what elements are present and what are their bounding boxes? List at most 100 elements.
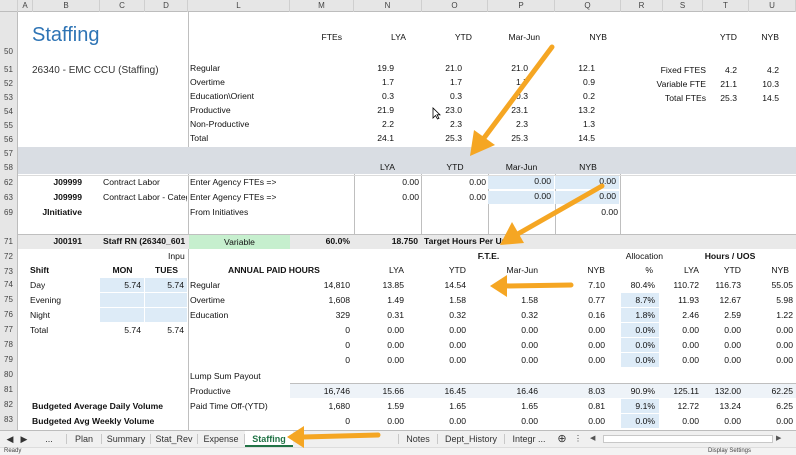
row-header[interactable]: 51 xyxy=(0,65,17,74)
col-header-s[interactable]: S xyxy=(663,0,703,12)
cell[interactable]: 0.00 xyxy=(663,340,699,350)
alloc-input[interactable]: 0.0% xyxy=(621,323,659,337)
cell[interactable]: 14.54 xyxy=(422,280,466,290)
cell[interactable]: 0.00 xyxy=(354,416,404,426)
pct-cell[interactable]: 60.0% xyxy=(290,236,350,246)
cell[interactable]: 0.00 xyxy=(555,416,605,426)
cell[interactable]: 0.81 xyxy=(555,401,605,411)
tab-summary[interactable]: Summary xyxy=(102,431,150,447)
cell[interactable]: 132.00 xyxy=(703,386,741,396)
cell[interactable]: 1.59 xyxy=(354,401,404,411)
cell[interactable]: 0.16 xyxy=(555,310,605,320)
cell[interactable]: 13.2 xyxy=(555,105,595,115)
row-header[interactable]: 77 xyxy=(0,325,17,334)
row-header[interactable]: 55 xyxy=(0,121,17,130)
tab-stat-rev[interactable]: Stat_Rev xyxy=(151,431,197,447)
cell[interactable]: 0.32 xyxy=(488,310,538,320)
variable-cell[interactable]: Variable xyxy=(189,235,290,249)
cell[interactable]: 1.65 xyxy=(422,401,466,411)
row-header[interactable]: 78 xyxy=(0,340,17,349)
cell[interactable]: 0.00 xyxy=(555,325,605,335)
col-header-r[interactable]: R xyxy=(621,0,663,12)
cell[interactable]: 10.3 xyxy=(749,79,779,89)
row-header[interactable]: 80 xyxy=(0,370,17,379)
alloc-input[interactable]: 9.1% xyxy=(621,399,659,413)
cell[interactable]: 0.77 xyxy=(555,295,605,305)
row-header[interactable]: 71 xyxy=(0,237,17,246)
cell[interactable]: 62.25 xyxy=(749,386,793,396)
cell[interactable]: 0.00 xyxy=(555,207,618,217)
cell[interactable]: 2.2 xyxy=(354,119,394,129)
tab-staffing[interactable]: Staffing xyxy=(245,431,293,447)
cell[interactable]: 0.00 xyxy=(663,325,699,335)
cell[interactable]: 13.85 xyxy=(354,280,404,290)
row-header[interactable]: 53 xyxy=(0,93,17,102)
horizontal-scrollbar[interactable] xyxy=(603,435,773,443)
target-cell[interactable]: 18.750 xyxy=(354,236,418,246)
cell[interactable]: 25.3 xyxy=(488,133,528,143)
col-header-m[interactable]: M xyxy=(290,0,354,12)
cell[interactable]: 0.00 xyxy=(488,355,538,365)
tab-hidden-behind-arrow[interactable] xyxy=(293,431,393,447)
cell[interactable]: 1.22 xyxy=(749,310,793,320)
tab-notes[interactable]: Notes xyxy=(399,431,437,447)
tab-plan[interactable]: Plan xyxy=(67,431,101,447)
col-header-n[interactable]: N xyxy=(354,0,422,12)
cell[interactable]: 55.05 xyxy=(749,280,793,290)
cell[interactable]: 1.3 xyxy=(555,119,595,129)
cell[interactable]: 0.00 xyxy=(749,340,793,350)
cell[interactable]: 15.66 xyxy=(354,386,404,396)
row-header[interactable]: 56 xyxy=(0,135,17,144)
cell[interactable]: 23.0 xyxy=(422,105,462,115)
cell[interactable]: 0.00 xyxy=(488,325,538,335)
cell[interactable]: 0.00 xyxy=(422,340,466,350)
tab-integr[interactable]: Integr ... xyxy=(505,431,553,447)
cell[interactable]: 25.3 xyxy=(703,93,737,103)
col-header-c[interactable]: C xyxy=(100,0,145,12)
add-sheet-icon[interactable]: ⊕ xyxy=(556,431,568,447)
row-header[interactable]: 79 xyxy=(0,355,17,364)
row-header[interactable]: 50 xyxy=(0,47,17,56)
cell[interactable]: 16.45 xyxy=(422,386,466,396)
cell[interactable]: 2.3 xyxy=(422,119,462,129)
cell[interactable]: 2.46 xyxy=(663,310,699,320)
shift-mon-input[interactable] xyxy=(100,293,144,307)
cell[interactable]: 21.9 xyxy=(354,105,394,115)
row-header[interactable]: 73 xyxy=(0,267,17,276)
cell[interactable]: 0 xyxy=(290,355,350,365)
cell[interactable]: 24.1 xyxy=(354,133,394,143)
cell[interactable]: 0.00 xyxy=(422,325,466,335)
cell[interactable]: 0.32 xyxy=(422,310,466,320)
cell[interactable]: 0.00 xyxy=(354,355,404,365)
cell[interactable]: 0.31 xyxy=(354,310,404,320)
cell[interactable]: 0.00 xyxy=(555,355,605,365)
alloc-input[interactable]: 0.0% xyxy=(621,414,659,428)
col-header-a[interactable]: A xyxy=(18,0,33,12)
cell[interactable]: 21.1 xyxy=(703,79,737,89)
cell[interactable]: 125.11 xyxy=(663,386,699,396)
cell[interactable]: 0 xyxy=(290,340,350,350)
cell[interactable]: 0 xyxy=(290,325,350,335)
cell[interactable]: 1.7 xyxy=(488,77,528,87)
cell[interactable]: 0.3 xyxy=(354,91,394,101)
cell[interactable]: 0.00 xyxy=(703,416,741,426)
cell[interactable]: 2.59 xyxy=(703,310,741,320)
cell[interactable]: 0.3 xyxy=(422,91,462,101)
agency-input[interactable]: 0.00 xyxy=(555,176,619,189)
cell[interactable]: 16.46 xyxy=(488,386,538,396)
row-header[interactable]: 74 xyxy=(0,280,17,289)
agency-input[interactable]: 0.00 xyxy=(488,191,554,204)
shift-tues-input[interactable]: 5.74 xyxy=(145,278,187,292)
agency-input[interactable]: 0.00 xyxy=(488,176,554,189)
alloc-input[interactable]: 8.7% xyxy=(621,293,659,307)
cell[interactable]: 1,680 xyxy=(290,401,350,411)
cell[interactable]: 1.58 xyxy=(422,295,466,305)
row-header[interactable]: 63 xyxy=(0,193,17,202)
cell[interactable]: 0.00 xyxy=(555,340,605,350)
cell[interactable]: 0.3 xyxy=(488,91,528,101)
cell[interactable]: 25.3 xyxy=(422,133,462,143)
hscroll-right-icon[interactable]: ▶ xyxy=(776,435,786,443)
cell[interactable]: 5.98 xyxy=(749,295,793,305)
cell[interactable]: 23.1 xyxy=(488,105,528,115)
cell[interactable]: 1.7 xyxy=(422,77,462,87)
